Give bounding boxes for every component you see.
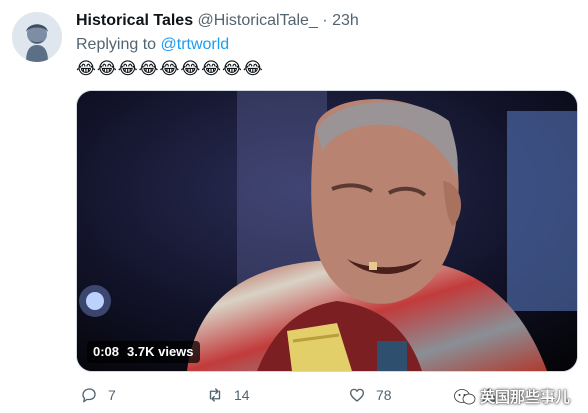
- header-separator: ·: [322, 12, 328, 29]
- avatar[interactable]: [12, 12, 62, 62]
- retweet-icon: [209, 388, 221, 402]
- wechat-icon: [454, 388, 476, 404]
- heart-icon: [349, 388, 365, 402]
- like-button[interactable]: 78: [348, 386, 392, 404]
- reply-icon: [82, 388, 96, 403]
- video-views: 3.7K views: [127, 344, 194, 359]
- watermark: 英国那些事儿: [454, 386, 570, 407]
- watermark-text: 英国那些事儿: [479, 389, 570, 406]
- retweet-count: 14: [234, 387, 250, 403]
- like-count: 78: [376, 387, 392, 403]
- replying-to-mention[interactable]: @trtworld: [161, 36, 230, 53]
- user-handle[interactable]: @HistoricalTale_: [198, 12, 318, 29]
- video-player[interactable]: 0:08 3.7K views: [76, 90, 578, 372]
- replying-prefix: Replying to: [76, 36, 157, 53]
- reply-button[interactable]: 7: [80, 386, 116, 404]
- tweet-header: Historical Tales @HistoricalTale_ · 23h: [76, 12, 359, 30]
- video-duration: 0:08: [93, 344, 120, 359]
- retweet-button[interactable]: 14: [206, 386, 250, 404]
- statue-avatar-icon: [12, 12, 62, 62]
- tweet-timestamp[interactable]: 23h: [332, 12, 359, 29]
- reply-count: 7: [108, 387, 116, 403]
- display-name[interactable]: Historical Tales: [76, 12, 193, 29]
- tweet-text: 😂😂😂😂😂😂😂😂😂: [76, 59, 264, 78]
- replying-to-line: Replying to @trtworld: [76, 36, 229, 54]
- video-info-badge: 0:08 3.7K views: [87, 341, 200, 363]
- video-frame: [77, 91, 577, 371]
